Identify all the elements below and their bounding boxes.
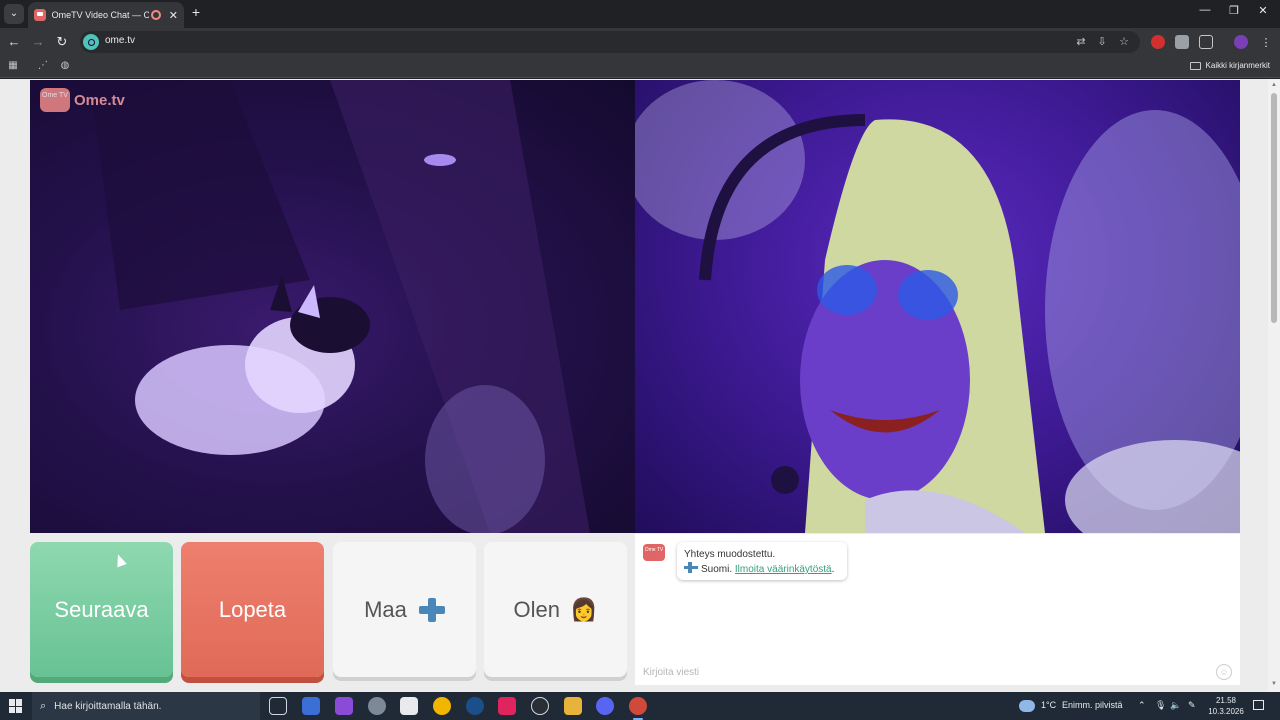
new-tab-button[interactable]: + (188, 4, 204, 20)
bookmark-globe-icon[interactable]: ◍ (58, 60, 72, 71)
folder-icon (1189, 61, 1201, 70)
recording-icon (150, 10, 161, 20)
bookmarks-bar: ▦ ⋰ ◍ Kaikki kirjanmerkit (0, 56, 1280, 78)
media-app-icon[interactable] (335, 697, 353, 715)
site-info-icon[interactable] (83, 34, 99, 50)
ometv-page: Ome TV Ome.tv Seuraava Lopeta Maa Olen 👩 (0, 79, 1280, 692)
report-abuse-link[interactable]: Ilmoita väärinkäytöstä (735, 564, 832, 575)
tab-close-icon[interactable]: ✕ (169, 9, 178, 22)
reload-icon[interactable]: ↻ (54, 34, 70, 50)
extensions-puzzle-icon[interactable] (1199, 35, 1213, 49)
local-video-scene (90, 80, 590, 533)
file-explorer-icon[interactable] (564, 697, 582, 715)
notifications-icon[interactable] (1253, 700, 1264, 710)
ometv-logo[interactable]: Ome TV Ome.tv (40, 88, 125, 112)
all-bookmarks-button[interactable]: Kaikki kirjanmerkit (1189, 61, 1270, 70)
pen-icon[interactable]: ✎ (1188, 700, 1196, 711)
volume-icon[interactable]: 🔈 (1170, 700, 1181, 711)
translate-icon[interactable]: ⇄ (1074, 35, 1088, 49)
gender-button[interactable]: Olen 👩 (484, 542, 627, 677)
tiktok-app-icon[interactable] (498, 697, 516, 715)
game-app-icon[interactable] (368, 697, 386, 715)
bookmark-item-icon[interactable]: ⋰ (36, 60, 50, 71)
restore-button[interactable]: ❐ (1224, 4, 1244, 17)
page-scrollbar[interactable]: ▲ ▼ (1268, 79, 1280, 692)
browser-tab-bar: ⌄ OmeTV Video Chat — Ome ✕ + — ❐ ✕ (0, 0, 1280, 28)
capcut-app-icon[interactable] (400, 697, 418, 715)
weather-cloud-icon[interactable] (1019, 700, 1035, 712)
install-app-icon[interactable]: ⇩ (1095, 35, 1109, 49)
taskbar-clock[interactable]: 21.58 10.3.2026 (1208, 695, 1244, 717)
windows-start-icon[interactable] (9, 699, 23, 713)
store-app-icon[interactable] (302, 697, 320, 715)
emoji-smiley-icon[interactable]: ☺ (1216, 664, 1232, 680)
back-arrow-icon[interactable]: ← (6, 34, 22, 50)
chat-ometv-logo-icon: Ome TV (643, 544, 665, 561)
menu-kebab-icon[interactable]: ⋮ (1258, 35, 1274, 51)
country-text: Suomi. (701, 564, 733, 575)
tab-search-chevron-icon[interactable]: ⌄ (4, 4, 24, 24)
extension-red-icon[interactable] (1151, 35, 1165, 49)
connected-text: Yhteys muodostettu. (684, 549, 776, 560)
steam-app-icon[interactable] (466, 697, 484, 715)
tray-chevron-icon[interactable]: ⌃ (1138, 700, 1146, 711)
clock-date: 10.3.2026 (1208, 707, 1244, 716)
chat-panel: Ome TV Yhteys muodostettu. Suomi. Ilmoit… (635, 534, 1240, 685)
local-video: Ome TV Ome.tv (30, 80, 635, 533)
scroll-up-icon[interactable]: ▲ (1270, 82, 1278, 90)
next-button-label: Seuraava (54, 596, 149, 622)
apps-grid-icon[interactable]: ▦ (6, 60, 20, 71)
next-button[interactable]: Seuraava (30, 542, 173, 677)
report-period: . (831, 564, 835, 575)
country-button-label: Maa (364, 596, 407, 622)
gender-button-label: Olen (513, 596, 561, 622)
scroll-down-icon[interactable]: ▼ (1270, 681, 1278, 689)
chat-message-input[interactable] (635, 660, 1240, 685)
search-icon: ⌕ (40, 699, 47, 712)
country-button[interactable]: Maa (333, 542, 476, 677)
browser-toolbar: ← → ↻ ome.tv ⇄ ⇩ ☆ ⋮ (0, 28, 1280, 56)
task-view-icon[interactable] (269, 697, 287, 715)
stop-button-label: Lopeta (218, 596, 287, 622)
finland-flag-icon (418, 597, 445, 622)
window-close-button[interactable]: ✕ (1253, 4, 1273, 17)
extension-gray-icon[interactable] (1175, 35, 1189, 49)
address-bar[interactable]: ome.tv ⇄ ⇩ ☆ (80, 31, 1140, 53)
forward-arrow-icon[interactable]: → (30, 34, 46, 50)
scrollbar-thumb[interactable] (1271, 93, 1277, 323)
windows-taskbar: ⌕ Hae kirjoittamalla tähän. 1°C Enimm. p… (0, 692, 1280, 720)
tab-title: OmeTV Video Chat — Ome (51, 10, 149, 20)
ometv-logo-text: Ome.tv (74, 91, 125, 109)
profile-avatar[interactable] (1234, 35, 1248, 49)
address-url[interactable]: ome.tv (105, 35, 135, 46)
system-message: Yhteys muodostettu. Suomi. Ilmoita vääri… (677, 542, 847, 580)
clock-time: 21.58 (1215, 696, 1237, 705)
taskbar-search-box[interactable]: ⌕ Hae kirjoittamalla tähän. (32, 692, 260, 720)
finland-mini-flag-icon (684, 562, 698, 573)
weather-temperature[interactable]: 1°C (1041, 700, 1056, 710)
weather-description[interactable]: Enimm. pilvistä (1062, 700, 1123, 710)
stranger-video (635, 80, 1240, 533)
all-bookmarks-label: Kaikki kirjanmerkit (1205, 61, 1270, 70)
chrome-app-icon[interactable] (433, 697, 451, 715)
stranger-video-scene (635, 80, 1240, 533)
microphone-icon[interactable]: 🎙 (1155, 700, 1166, 711)
country-line: Suomi. Ilmoita väärinkäytöstä. (684, 562, 840, 577)
chrome-active-app-icon[interactable] (629, 697, 647, 720)
ometv-favicon-icon (34, 9, 46, 21)
ometv-logo-icon: Ome TV (40, 88, 70, 112)
discord-app-icon[interactable] (596, 697, 614, 715)
obs-app-icon[interactable] (531, 697, 549, 715)
bookmark-star-icon[interactable]: ☆ (1117, 35, 1131, 49)
woman-emoji-icon: 👩 (570, 596, 598, 622)
taskbar-search-placeholder: Hae kirjoittamalla tähän. (54, 700, 162, 712)
minimize-button[interactable]: — (1195, 4, 1215, 16)
browser-tab-ometv[interactable]: OmeTV Video Chat — Ome ✕ (28, 2, 184, 28)
stop-button[interactable]: Lopeta (181, 542, 324, 677)
